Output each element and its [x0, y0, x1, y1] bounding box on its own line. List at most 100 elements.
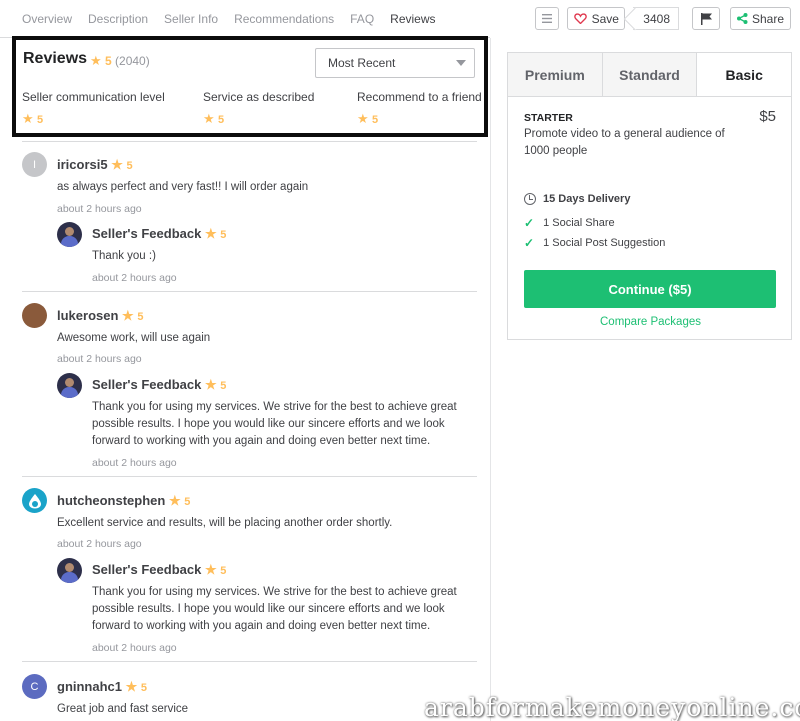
tab-basic[interactable]: Basic	[697, 53, 792, 96]
continue-button[interactable]: Continue ($5)	[524, 270, 776, 308]
tab-overview[interactable]: Overview	[22, 0, 72, 38]
check-icon: ✓	[524, 216, 535, 230]
avatar: C	[22, 674, 47, 699]
review-text: Awesome work, will use again	[57, 332, 211, 344]
avatar-letter: C	[30, 680, 39, 693]
package-feature: ✓ 1 Social Share	[524, 216, 615, 230]
save-count: 3408	[633, 7, 679, 30]
divider	[22, 661, 477, 662]
star-icon: ★	[357, 111, 369, 126]
package-name: STARTER	[524, 112, 573, 124]
username-text: gninnahc1	[57, 679, 123, 694]
avatar-logo-icon	[28, 493, 41, 508]
review-username[interactable]: gninnahc1 ★ 5	[57, 679, 147, 695]
criterion-recommend: Recommend to a friend ★ 5	[357, 90, 482, 127]
top-nav: Overview Description Seller Info Recomme…	[0, 0, 800, 38]
review-item: C gninnahc1 ★ 5 Great job and fast servi…	[22, 674, 477, 721]
review-item: lukerosen ★ 5 Awesome work, will use aga…	[22, 303, 477, 473]
package-description: Promote video to a general audience of 1…	[524, 128, 725, 157]
divider	[22, 476, 477, 477]
criterion-rating-value: 5	[37, 114, 44, 126]
check-icon: ✓	[524, 236, 535, 250]
package-feature: ✓ 1 Social Post Suggestion	[524, 236, 665, 250]
clock-icon	[524, 193, 536, 205]
seller-rating: 5	[220, 565, 227, 577]
divider	[22, 291, 477, 292]
review-username[interactable]: lukerosen ★ 5	[57, 308, 143, 324]
overall-rating: ★ 5 (2040)	[90, 53, 150, 69]
gig-actions: Save 3408 Share	[535, 7, 800, 30]
criterion-rating: ★ 5	[203, 111, 314, 127]
star-icon: ★	[204, 226, 217, 241]
menu-icon	[542, 14, 553, 23]
review-username[interactable]: hutcheonstephen ★ 5	[57, 493, 190, 509]
review-username[interactable]: iricorsi5 ★ 5	[57, 157, 133, 173]
save-count-value: 3408	[643, 12, 670, 26]
seller-feedback-text: Thank you for using my services. We stri…	[92, 401, 457, 447]
username-text: hutcheonstephen	[57, 493, 166, 508]
avatar	[22, 488, 47, 513]
overall-rating-value: 5	[105, 54, 112, 68]
share-button[interactable]: Share	[730, 7, 791, 30]
star-icon: ★	[22, 111, 34, 126]
seller-feedback-heading: Seller's Feedback ★ 5	[92, 226, 226, 242]
seller-feedback-text: Thank you for using my services. We stri…	[92, 586, 457, 632]
sort-selected-value: Most Recent	[328, 56, 396, 70]
seller-avatar	[57, 222, 82, 247]
star-icon: ★	[204, 377, 217, 392]
avatar-letter: I	[32, 158, 37, 171]
save-button[interactable]: Save	[567, 7, 626, 30]
criterion-rating: ★ 5	[22, 111, 165, 127]
star-icon: ★	[168, 493, 181, 508]
review-rating: 5	[137, 311, 144, 323]
seller-avatar	[57, 558, 82, 583]
report-button[interactable]	[692, 7, 720, 30]
avatar: I	[22, 152, 47, 177]
flag-icon	[700, 12, 712, 25]
criterion-communication: Seller communication level ★ 5	[22, 90, 165, 127]
tab-recommendations[interactable]: Recommendations	[234, 0, 334, 38]
save-label: Save	[591, 11, 619, 26]
seller-feedback-time: about 2 hours ago	[92, 457, 177, 469]
reviews-title: Reviews	[23, 50, 88, 67]
seller-feedback-label: Seller's Feedback	[92, 377, 202, 392]
star-icon: ★	[111, 157, 123, 172]
seller-feedback-label: Seller's Feedback	[92, 226, 202, 241]
compare-packages-link[interactable]: Compare Packages	[508, 316, 793, 328]
watermark: arabformakemoneyonline.com	[424, 693, 800, 721]
feature-label: 1 Social Share	[543, 217, 615, 229]
review-rating: 5	[184, 496, 191, 508]
seller-feedback-heading: Seller's Feedback ★ 5	[92, 562, 226, 578]
tab-description[interactable]: Description	[88, 0, 148, 38]
star-icon: ★	[203, 111, 215, 126]
heart-icon	[573, 13, 587, 24]
tab-seller-info[interactable]: Seller Info	[164, 0, 218, 38]
delivery-label: 15 Days Delivery	[543, 193, 631, 205]
review-rating: 5	[126, 160, 133, 172]
feature-label: 1 Social Post Suggestion	[543, 237, 666, 249]
menu-button[interactable]	[535, 7, 560, 30]
review-item: I iricorsi5 ★ 5 as always perfect and ve…	[22, 152, 477, 292]
seller-feedback-text: Thank you :)	[92, 250, 156, 262]
tab-standard[interactable]: Standard	[602, 53, 698, 96]
tab-faq[interactable]: FAQ	[350, 0, 374, 38]
username-text: iricorsi5	[57, 157, 108, 172]
username-text: lukerosen	[57, 308, 119, 323]
tab-premium[interactable]: Premium	[508, 53, 603, 96]
sort-select[interactable]: Most Recent	[315, 48, 475, 78]
star-icon: ★	[125, 679, 138, 694]
star-icon: ★	[122, 308, 134, 323]
seller-rating: 5	[220, 380, 227, 392]
criterion-label: Recommend to a friend	[357, 90, 482, 104]
tab-reviews[interactable]: Reviews	[390, 0, 436, 38]
chevron-down-icon	[456, 60, 466, 66]
review-time: about 2 hours ago	[57, 203, 142, 215]
share-icon	[736, 13, 748, 24]
star-icon: ★	[204, 562, 217, 577]
package-tabs: Premium Standard Basic	[508, 53, 792, 97]
seller-feedback-heading: Seller's Feedback ★ 5	[92, 377, 226, 393]
reviews-count: (2040)	[115, 54, 150, 68]
seller-avatar	[57, 373, 82, 398]
section-tabs: Overview Description Seller Info Recomme…	[22, 0, 452, 38]
review-text: as always perfect and very fast!! I will…	[57, 181, 309, 193]
